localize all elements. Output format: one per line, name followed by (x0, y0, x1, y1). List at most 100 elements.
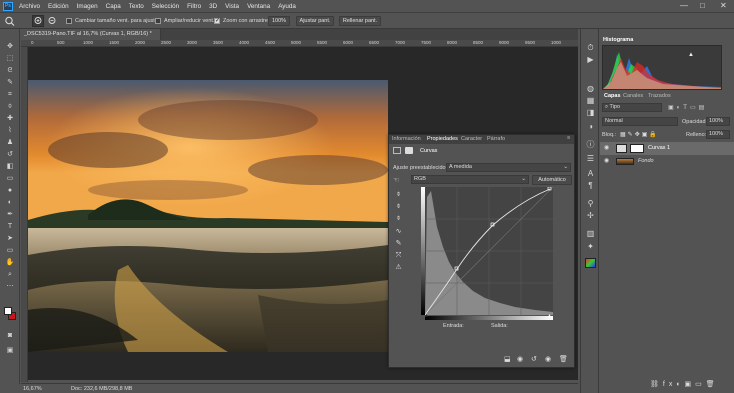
histogram-warning-icon[interactable]: ▲ (688, 52, 694, 58)
mask-thumbnail[interactable] (630, 144, 644, 153)
history-brush-tool-icon[interactable]: ↺ (5, 151, 15, 159)
move-tool-icon[interactable]: ✥ (5, 43, 15, 51)
menu-3d[interactable]: 3D (209, 3, 217, 10)
rectangle-tool-icon[interactable]: ▭ (5, 247, 15, 255)
quick-select-tool-icon[interactable]: ✎ (5, 79, 15, 87)
layer-filter-icons[interactable]: ▣◐T▭▤ (668, 104, 728, 112)
paragraph-icon[interactable]: ¶ (585, 181, 596, 191)
document-image[interactable] (28, 80, 388, 352)
sample-black-eyedropper-icon[interactable]: ⌽ (394, 190, 403, 199)
type-tool-icon[interactable]: T (5, 223, 15, 231)
quick-mask-icon[interactable]: ◙ (5, 332, 15, 340)
tab-canales[interactable]: Canales (623, 93, 643, 99)
histogram-tab[interactable]: Histograma (603, 37, 633, 43)
menu-ventana[interactable]: Ventana (247, 3, 270, 10)
menu-archivo[interactable]: Archivo (19, 3, 40, 10)
maximize-button[interactable]: □ (700, 1, 705, 10)
menu-edicion[interactable]: Edición (48, 3, 69, 10)
color-lookup-icon[interactable] (585, 258, 596, 268)
blend-mode-dropdown[interactable]: Normal (602, 117, 678, 126)
tab-parrafo[interactable]: Párrafo (487, 136, 505, 142)
curve-edit-points-icon[interactable]: ∿ (394, 227, 403, 236)
clip-to-layer-icon[interactable]: ⬓ (504, 355, 511, 363)
layers-footer-icons[interactable]: ⛓fx◐▣▭🗑 (650, 380, 734, 390)
swatches-icon[interactable]: ▦ (585, 96, 596, 106)
properties-icon[interactable]: ☰ (585, 154, 596, 164)
opacity-input[interactable]: 100% (706, 117, 730, 126)
healing-brush-tool-icon[interactable]: ✚ (5, 115, 15, 123)
menu-imagen[interactable]: Imagen (77, 3, 98, 10)
libraries-icon[interactable]: ▥ (585, 229, 596, 239)
eyedropper-tool-icon[interactable]: ⌽ (5, 103, 15, 111)
menu-capa[interactable]: Capa (106, 3, 121, 10)
menu-texto[interactable]: Texto (129, 3, 144, 10)
channel-dropdown[interactable]: RGB ⌄ (411, 175, 529, 184)
zoom-status[interactable]: 16,67% (23, 386, 42, 392)
black-point-slider-icon[interactable]: ▲ (424, 313, 429, 319)
color-icon[interactable]: ◍ (585, 84, 596, 94)
brush-settings-icon[interactable]: ⚲ (585, 199, 596, 209)
reset-icon[interactable]: ↺ (531, 355, 537, 363)
layer-filter-dropdown[interactable]: ⌕ Tipo (602, 103, 662, 112)
zoom-tool-sidebar-icon[interactable]: ⌕ (5, 271, 15, 279)
view-previous-icon[interactable]: ◉ (517, 355, 523, 363)
minimize-button[interactable]: — (680, 1, 688, 10)
marquee-tool-icon[interactable]: ⬚ (5, 55, 15, 63)
gradients-icon[interactable]: ◨ (585, 108, 596, 118)
menu-filtro[interactable]: Filtro (187, 3, 201, 10)
styles-icon[interactable]: ✦ (585, 242, 596, 252)
sample-gray-eyedropper-icon[interactable]: ⌽ (394, 202, 403, 211)
fit-screen-button[interactable]: Ajustar pant. (296, 16, 334, 26)
visibility-eye-icon[interactable]: ◉ (545, 355, 551, 363)
adjustments-icon[interactable]: ◑ (585, 122, 596, 132)
tab-caracter[interactable]: Caracter (461, 136, 482, 142)
zoom-tool-icon[interactable] (4, 16, 16, 26)
preset-dropdown[interactable]: A medida ⌄ (446, 163, 571, 172)
actions-icon[interactable]: ▶ (585, 55, 596, 65)
target-adjust-icon[interactable]: ☜ (393, 176, 403, 184)
blur-tool-icon[interactable]: ● (5, 187, 15, 195)
document-tab[interactable]: _DSC5319-Pano.TIF al 16,7% (Curvas 1, RG… (21, 29, 161, 48)
tab-capas[interactable]: Capas (604, 93, 621, 99)
tab-propiedades[interactable]: Propiedades (427, 136, 458, 142)
zoom-100-button[interactable]: 100% (268, 16, 290, 26)
pen-tool-icon[interactable]: ✒ (5, 211, 15, 219)
white-point-slider-icon[interactable]: ▲ (547, 313, 552, 319)
auto-button[interactable]: Automático (532, 175, 572, 185)
foreground-color-swatch[interactable] (4, 307, 12, 315)
layer-name[interactable]: Curvas 1 (648, 142, 670, 155)
menu-seleccion[interactable]: Selección (152, 3, 179, 10)
close-window-button[interactable]: ✕ (720, 1, 727, 10)
lasso-tool-icon[interactable]: ᘓ (5, 67, 15, 75)
panel-menu-icon[interactable]: ≡ (567, 135, 570, 141)
fill-screen-button[interactable]: Rellenar pant. (339, 16, 381, 26)
zoom-out-icon[interactable] (47, 16, 57, 26)
visibility-eye-icon[interactable]: ◉ (604, 155, 609, 168)
dodge-tool-icon[interactable]: ◐ (5, 199, 15, 207)
visibility-eye-icon[interactable]: ◉ (604, 142, 609, 155)
layer-mask-icon[interactable] (405, 147, 413, 154)
brush-tool-icon[interactable]: ⌇ (5, 127, 15, 135)
screen-mode-icon[interactable]: ▣ (5, 347, 15, 355)
layer-row-fondo[interactable]: ◉ Fondo (600, 155, 734, 168)
zoom-all-windows-checkbox[interactable] (155, 18, 161, 24)
tab-informacion[interactable]: Información (392, 136, 421, 142)
path-selection-tool-icon[interactable]: ➤ (5, 235, 15, 243)
sample-white-eyedropper-icon[interactable]: ⌽ (394, 214, 403, 223)
history-icon[interactable]: ⏱ (585, 43, 596, 53)
scrubby-zoom-checkbox[interactable] (214, 17, 220, 24)
smooth-curve-icon[interactable]: ⤧ (394, 251, 403, 260)
resize-windows-checkbox[interactable] (66, 18, 72, 24)
gradient-tool-icon[interactable]: ▭ (5, 175, 15, 183)
crop-tool-icon[interactable]: ⌗ (5, 91, 15, 99)
more-tools-icon[interactable]: ⋯ (5, 283, 15, 291)
tab-trazados[interactable]: Trazados (648, 93, 671, 99)
layer-row-curves[interactable]: ◉ Curvas 1 (600, 142, 734, 155)
curve-draw-pencil-icon[interactable]: ✎ (394, 239, 403, 248)
clipping-warning-icon[interactable]: ⚠ (394, 263, 403, 272)
clone-stamp-tool-icon[interactable]: ♟ (5, 139, 15, 147)
menu-ayuda[interactable]: Ayuda (278, 3, 296, 10)
eraser-tool-icon[interactable]: ◧ (5, 163, 15, 171)
info-icon[interactable]: ⓘ (585, 140, 596, 150)
lock-icons[interactable]: ▦✎✥▣🔒 (620, 131, 659, 138)
